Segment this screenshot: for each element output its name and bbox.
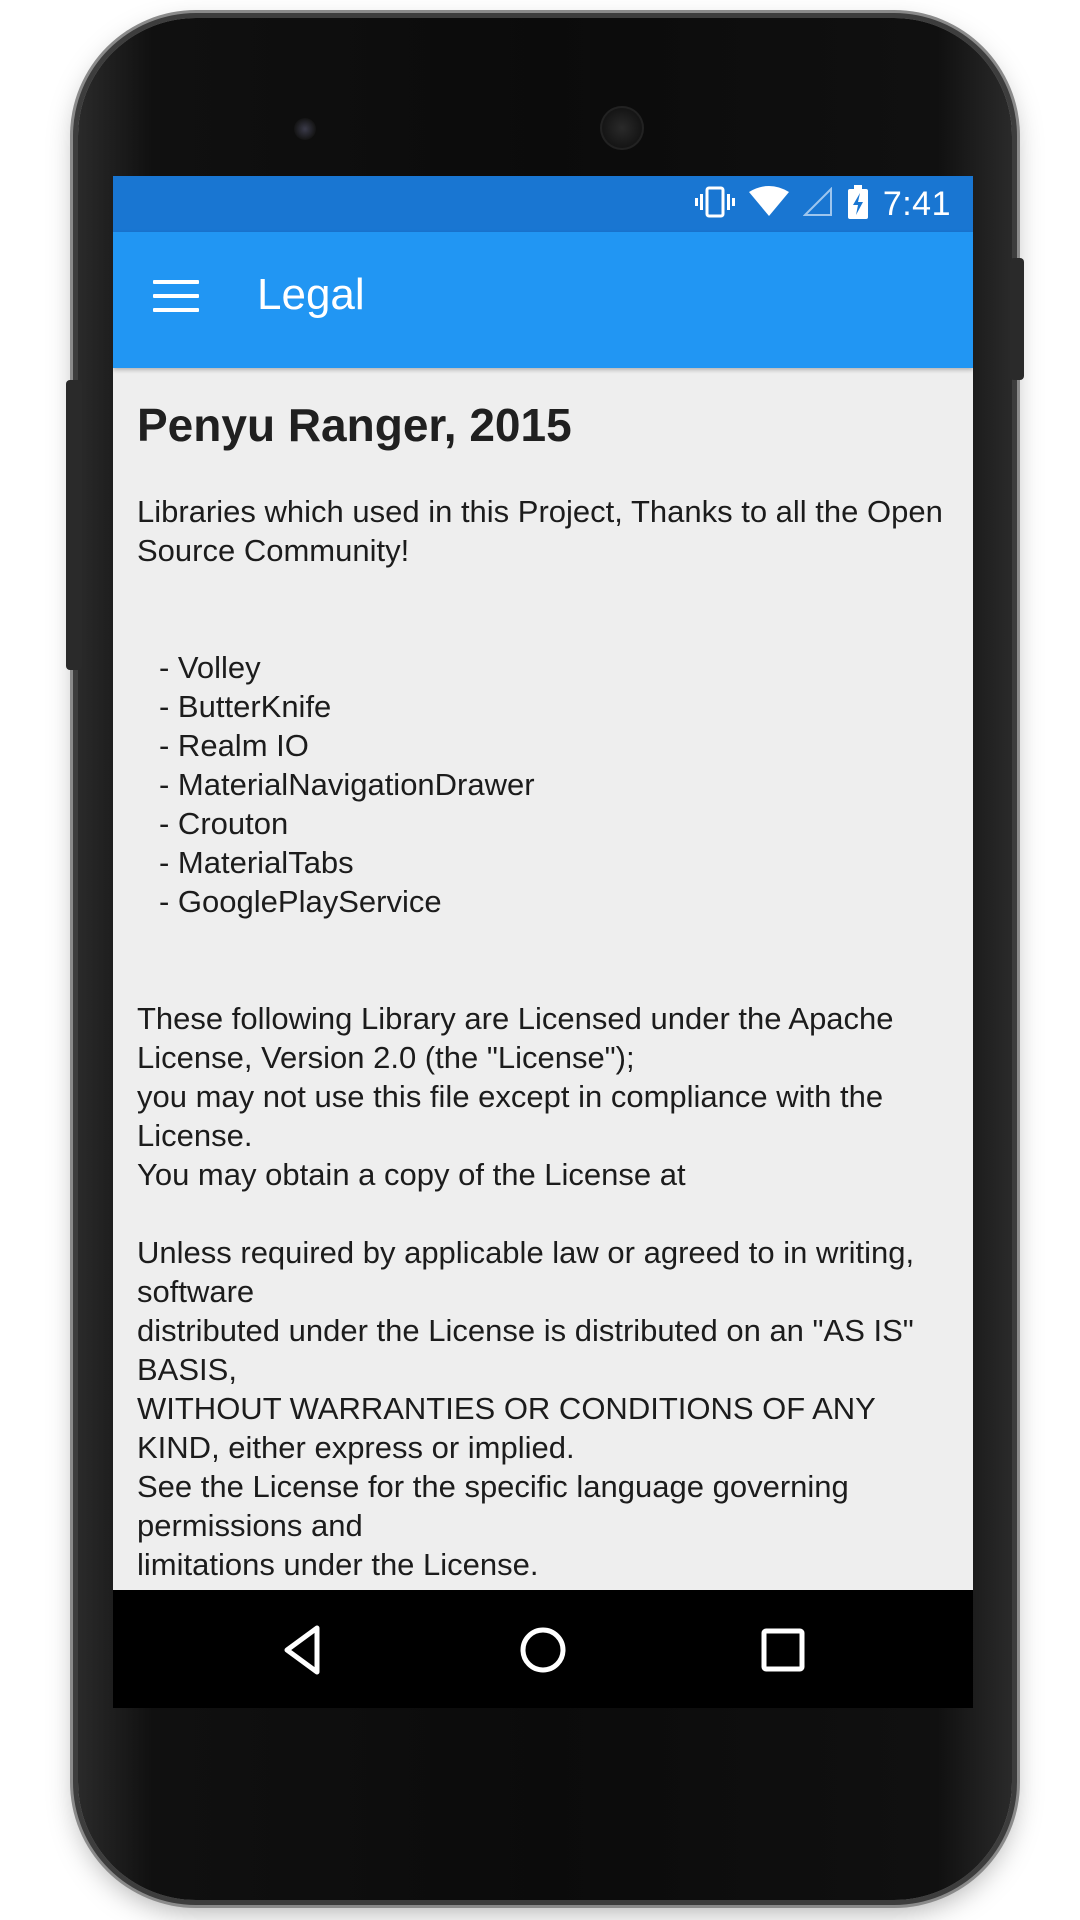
list-item: - Volley <box>159 650 261 685</box>
intro-text: Libraries which used in this Project, Th… <box>137 494 943 568</box>
list-item: - ButterKnife <box>159 689 332 724</box>
status-time: 7:41 <box>882 184 951 223</box>
content-heading: Penyu Ranger, 2015 <box>137 399 572 451</box>
list-item: - Crouton <box>159 806 289 841</box>
earpiece-speaker <box>600 106 644 150</box>
disclaimer-text: Unless required by applicable law or agr… <box>137 1235 915 1582</box>
power-button <box>1010 258 1024 380</box>
license-text: These following Library are Licensed und… <box>137 1001 894 1192</box>
hamburger-menu-icon[interactable] <box>153 280 199 320</box>
battery-charging-icon <box>847 184 869 224</box>
signal-icon <box>802 186 833 222</box>
vibrate-icon <box>694 185 735 224</box>
navigation-bar <box>113 1590 973 1708</box>
list-item: - GooglePlayService <box>159 884 442 919</box>
proximity-sensor <box>294 118 316 140</box>
home-icon[interactable] <box>513 1620 573 1680</box>
screen: 7:41 Legal Penyu Ranger, 2015 Libraries … <box>113 176 973 1590</box>
back-icon[interactable] <box>273 1620 333 1680</box>
list-item: - Realm IO <box>159 728 309 763</box>
wifi-icon <box>748 185 789 223</box>
app-bar: Legal <box>113 232 973 368</box>
status-icons: 7:41 <box>694 176 951 232</box>
status-bar: 7:41 <box>113 176 973 232</box>
list-item: - MaterialTabs <box>159 845 354 880</box>
library-list: - Volley - ButterKnife - Realm IO - Mate… <box>137 648 957 921</box>
legal-content: Penyu Ranger, 2015 Libraries which used … <box>137 368 957 1584</box>
list-item: - MaterialNavigationDrawer <box>159 767 535 802</box>
page-title: Legal <box>257 270 365 319</box>
volume-button <box>66 380 82 670</box>
recent-apps-icon[interactable] <box>753 1620 813 1680</box>
